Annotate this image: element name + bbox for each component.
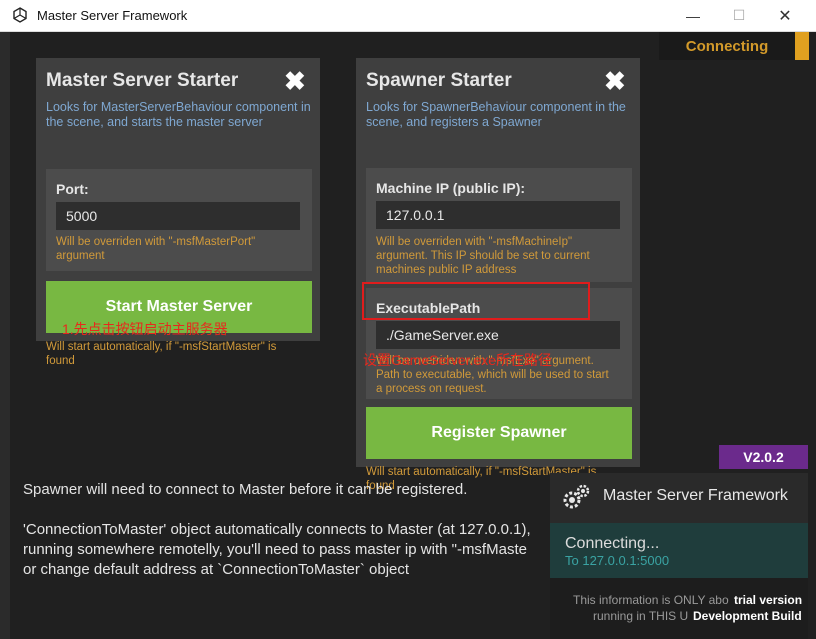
background-strip xyxy=(0,32,10,639)
port-section: Port: 5000 Will be overriden with "-msfM… xyxy=(46,169,312,271)
machine-ip-section: Machine IP (public IP): 127.0.0.1 Will b… xyxy=(366,168,632,282)
game-view: Connecting Master Server Starter ✖ Looks… xyxy=(0,32,816,639)
machine-ip-warning: Will be overriden with "-msfMachineIp" a… xyxy=(376,236,590,276)
msf-header: Master Server Framework xyxy=(550,473,808,523)
connecting-label: Connecting... xyxy=(565,535,660,552)
connection-status: Connecting... To 127.0.0.1:5000 xyxy=(550,523,808,578)
info-footnote: This information is ONLY abo xyxy=(573,593,729,607)
panel-title: Master Server Starter xyxy=(46,70,239,91)
port-warning: Will be overriden with "-msfMasterPort" … xyxy=(56,236,256,262)
info-line: or change default address at `Connection… xyxy=(23,561,410,578)
msf-title: Master Server Framework xyxy=(603,487,788,504)
spawner-starter-panel: Spawner Starter ✖ Looks for SpawnerBehav… xyxy=(356,58,640,492)
window-titlebar: Master Server Framework — ☐ ✕ xyxy=(0,0,816,32)
annotation-exe-path: 设置GameServer.exe所在路径 xyxy=(363,352,553,368)
annotation-highlight-box xyxy=(362,282,590,320)
panel-description: Looks for SpawnerBehaviour component in … xyxy=(366,100,626,129)
port-input[interactable]: 5000 xyxy=(56,202,300,230)
top-status-accent xyxy=(795,32,809,60)
development-build-label: Development Build xyxy=(693,609,802,623)
close-icon[interactable]: ✖ xyxy=(284,66,306,96)
maximize-button[interactable]: ☐ xyxy=(716,0,762,31)
info-line: Spawner will need to connect to Master b… xyxy=(23,481,468,498)
machine-ip-label: Machine IP (public IP): xyxy=(376,180,526,196)
gears-icon xyxy=(563,484,590,509)
executable-path-input[interactable]: ./GameServer.exe xyxy=(376,321,620,349)
panel-description: Looks for MasterServerBehaviour componen… xyxy=(46,100,311,129)
port-label: Port: xyxy=(56,181,89,197)
master-server-starter-panel: Master Server Starter ✖ Looks for Master… xyxy=(36,58,320,367)
version-badge: V2.0.2 xyxy=(719,445,808,469)
master-auto-note: Will start automatically, if "-msfStartM… xyxy=(46,341,277,367)
unity-icon xyxy=(13,7,27,23)
register-spawner-button[interactable]: Register Spawner xyxy=(366,407,632,459)
machine-ip-input[interactable]: 127.0.0.1 xyxy=(376,201,620,229)
panel-title: Spawner Starter xyxy=(366,70,512,91)
window-title: Master Server Framework xyxy=(37,8,188,23)
connection-target: To 127.0.0.1:5000 xyxy=(565,553,670,568)
info-footnote: running in THIS U xyxy=(593,609,689,623)
top-connection-status: Connecting xyxy=(659,32,795,60)
close-icon[interactable]: ✖ xyxy=(604,66,626,96)
info-text: Spawner will need to connect to Master b… xyxy=(23,480,550,580)
trial-version-label: trial version xyxy=(734,593,803,607)
annotation-start-master: 1.先点击按钮启动主服务器 xyxy=(62,321,228,337)
info-line: 'ConnectionToMaster' object automaticall… xyxy=(23,521,531,538)
info-line: running somewhere remotelly, you'll need… xyxy=(23,541,527,558)
close-window-button[interactable]: ✕ xyxy=(762,0,808,31)
minimize-button[interactable]: — xyxy=(670,0,716,31)
